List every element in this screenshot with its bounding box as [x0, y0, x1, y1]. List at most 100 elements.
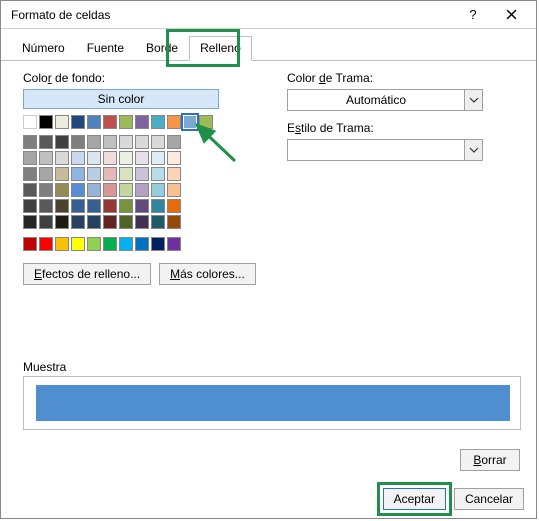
color-swatch[interactable] [23, 199, 37, 213]
color-swatch[interactable] [151, 215, 165, 229]
color-swatch[interactable] [119, 135, 133, 149]
color-swatch[interactable] [167, 115, 181, 129]
titlebar: Formato de celdas ? [1, 1, 536, 29]
color-swatch[interactable] [55, 215, 69, 229]
color-swatch[interactable] [71, 135, 85, 149]
accept-button[interactable]: Aceptar [383, 488, 446, 510]
color-swatch[interactable] [119, 215, 133, 229]
color-swatch[interactable] [71, 183, 85, 197]
color-swatch[interactable] [87, 237, 101, 251]
color-swatch[interactable] [71, 151, 85, 165]
color-swatch[interactable] [55, 135, 69, 149]
color-swatch[interactable] [39, 215, 53, 229]
color-swatch[interactable] [135, 151, 149, 165]
more-colors-button[interactable]: Más colores... [159, 263, 256, 285]
color-swatch[interactable] [151, 183, 165, 197]
tab-numero[interactable]: Número [11, 36, 76, 61]
color-swatch[interactable] [151, 135, 165, 149]
pattern-color-label: Color de Trama: [287, 71, 487, 85]
color-swatch[interactable] [87, 199, 101, 213]
color-swatch[interactable] [103, 167, 117, 181]
color-swatch[interactable] [103, 237, 117, 251]
color-swatch[interactable] [167, 237, 181, 251]
pattern-color-combo[interactable]: Automático [287, 89, 483, 111]
color-swatch[interactable] [199, 115, 213, 129]
color-swatch[interactable] [119, 183, 133, 197]
help-button[interactable]: ? [454, 3, 492, 27]
color-swatch[interactable] [23, 135, 37, 149]
color-swatch[interactable] [167, 183, 181, 197]
color-swatch[interactable] [103, 199, 117, 213]
color-swatch[interactable] [119, 115, 133, 129]
color-swatch[interactable] [23, 115, 37, 129]
color-swatch[interactable] [167, 135, 181, 149]
color-swatch[interactable] [135, 237, 149, 251]
color-swatch[interactable] [23, 183, 37, 197]
tab-relleno[interactable]: Relleno [189, 36, 252, 61]
color-swatch[interactable] [151, 167, 165, 181]
color-swatch[interactable] [23, 167, 37, 181]
chevron-down-icon[interactable] [464, 140, 482, 160]
color-swatch[interactable] [103, 115, 117, 129]
color-swatch[interactable] [151, 115, 165, 129]
color-swatch[interactable] [87, 215, 101, 229]
color-swatch[interactable] [71, 199, 85, 213]
color-swatch[interactable] [23, 215, 37, 229]
color-swatch[interactable] [55, 199, 69, 213]
color-swatch[interactable] [167, 215, 181, 229]
color-swatch[interactable] [135, 135, 149, 149]
color-swatch[interactable] [39, 199, 53, 213]
color-swatch[interactable] [167, 167, 181, 181]
color-swatch[interactable] [119, 237, 133, 251]
color-swatch[interactable] [135, 167, 149, 181]
color-swatch[interactable] [119, 151, 133, 165]
color-swatch[interactable] [55, 115, 69, 129]
color-swatch[interactable] [103, 135, 117, 149]
color-swatch[interactable] [103, 151, 117, 165]
color-swatch[interactable] [87, 151, 101, 165]
close-button[interactable] [492, 3, 530, 27]
color-swatch[interactable] [55, 237, 69, 251]
color-swatch[interactable] [87, 115, 101, 129]
color-swatch[interactable] [71, 167, 85, 181]
color-swatch[interactable] [71, 115, 85, 129]
color-swatch[interactable] [55, 167, 69, 181]
color-swatch[interactable] [39, 151, 53, 165]
color-swatch[interactable] [167, 199, 181, 213]
color-swatch[interactable] [119, 199, 133, 213]
color-swatch[interactable] [87, 167, 101, 181]
color-swatch[interactable] [103, 183, 117, 197]
color-swatch[interactable] [135, 183, 149, 197]
pattern-style-combo[interactable] [287, 139, 483, 161]
no-color-button[interactable]: Sin color [23, 89, 219, 109]
color-swatch[interactable] [103, 215, 117, 229]
color-swatch[interactable] [87, 183, 101, 197]
color-swatch[interactable] [151, 151, 165, 165]
color-swatch[interactable] [151, 199, 165, 213]
color-swatch[interactable] [23, 151, 37, 165]
color-swatch[interactable] [23, 237, 37, 251]
color-swatch[interactable] [87, 135, 101, 149]
color-swatch[interactable] [151, 237, 165, 251]
color-swatch[interactable] [71, 215, 85, 229]
clear-button[interactable]: Borrar [460, 449, 520, 471]
color-swatch[interactable] [183, 115, 197, 129]
color-swatch[interactable] [39, 237, 53, 251]
chevron-down-icon[interactable] [464, 90, 482, 110]
tab-borde[interactable]: Borde [135, 36, 189, 61]
color-swatch[interactable] [167, 151, 181, 165]
fill-effects-button[interactable]: Efectos de relleno... [23, 263, 151, 285]
color-swatch[interactable] [39, 167, 53, 181]
tab-fuente[interactable]: Fuente [76, 36, 135, 61]
color-swatch[interactable] [55, 183, 69, 197]
color-swatch[interactable] [119, 167, 133, 181]
color-swatch[interactable] [39, 115, 53, 129]
color-swatch[interactable] [135, 199, 149, 213]
cancel-button[interactable]: Cancelar [454, 488, 524, 510]
color-swatch[interactable] [39, 183, 53, 197]
color-swatch[interactable] [135, 215, 149, 229]
color-swatch[interactable] [55, 151, 69, 165]
color-swatch[interactable] [39, 135, 53, 149]
color-swatch[interactable] [71, 237, 85, 251]
color-swatch[interactable] [135, 115, 149, 129]
